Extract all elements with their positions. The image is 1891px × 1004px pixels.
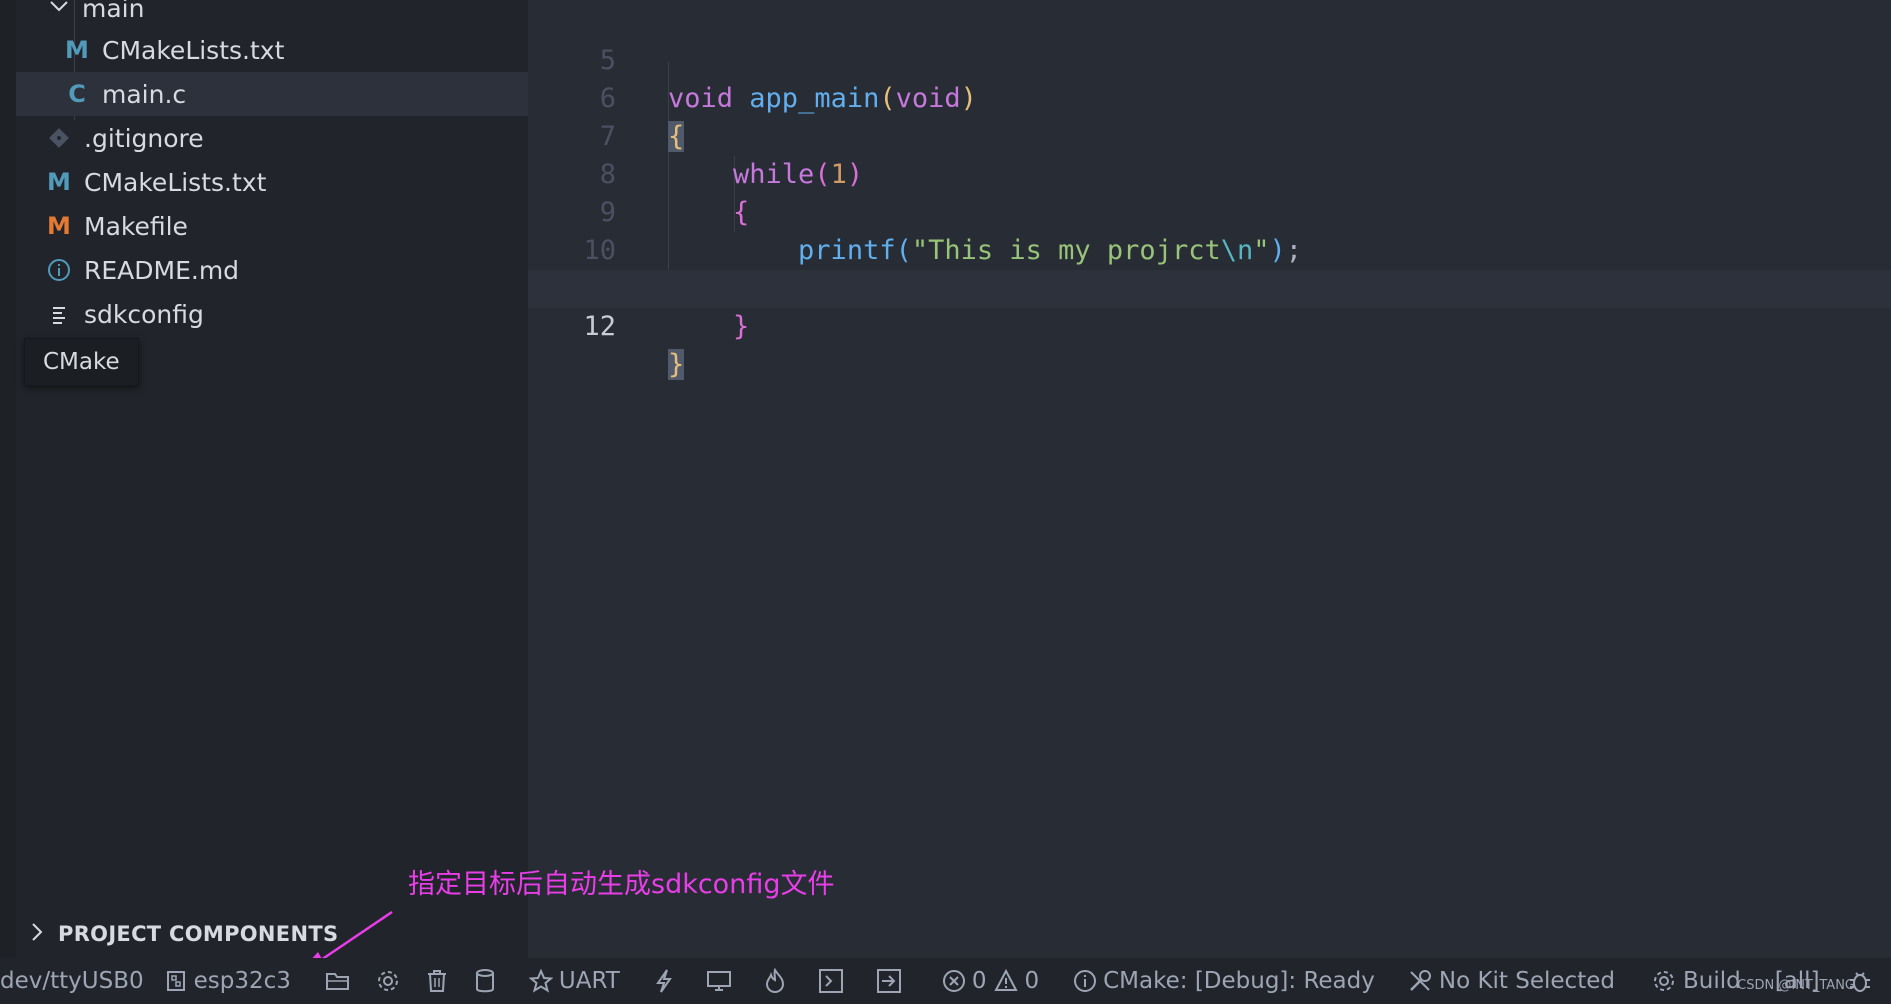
warning-icon	[994, 969, 1019, 993]
problems-indicator[interactable]: 0 0	[912, 958, 1049, 1004]
sign-in-icon	[876, 968, 902, 994]
kit-selector[interactable]: No Kit Selected	[1385, 958, 1625, 1004]
debug-button[interactable]	[854, 958, 912, 1004]
warning-count: 0	[1024, 968, 1040, 994]
kit-label: No Kit Selected	[1438, 968, 1615, 994]
database-icon	[473, 968, 497, 994]
error-icon	[942, 969, 966, 993]
watermark: CSDN @INT_TANG	[1737, 978, 1855, 993]
cmake-status[interactable]: CMake: [Debug]: Ready	[1049, 958, 1385, 1004]
gear-icon	[1651, 968, 1677, 994]
build-button[interactable]: Build	[1625, 958, 1751, 1004]
terminal-button[interactable]	[796, 958, 854, 1004]
error-count: 0	[971, 968, 987, 994]
flame-icon	[764, 968, 786, 994]
chip-icon	[164, 969, 188, 993]
target-selector[interactable]: esp32c3	[154, 958, 301, 1004]
annotation-arrow	[296, 910, 393, 976]
build-flash-monitor-button[interactable]	[742, 958, 796, 1004]
open-folder-button[interactable]	[301, 958, 361, 1004]
trash-icon	[425, 968, 449, 994]
settings-button[interactable]	[361, 958, 411, 1004]
port-selector[interactable]: dev/ttyUSB0	[0, 958, 154, 1004]
star-icon	[528, 969, 553, 993]
cmake-status-label: CMake: [Debug]: Ready	[1103, 968, 1375, 994]
flash-button[interactable]	[630, 958, 684, 1004]
folder-open-icon	[325, 969, 351, 993]
lightning-icon	[654, 968, 674, 994]
database-button[interactable]	[459, 958, 507, 1004]
gear-icon	[375, 968, 401, 994]
port-label: dev/ttyUSB0	[0, 968, 144, 994]
status-bar: dev/ttyUSB0 esp32c3 UART 0 0 CMake: [Deb…	[0, 958, 1891, 1004]
monitor-button[interactable]	[684, 958, 742, 1004]
tools-icon	[1407, 968, 1433, 994]
flash-method-selector[interactable]: UART	[507, 958, 630, 1004]
uart-label: UART	[558, 968, 620, 994]
full-clean-button[interactable]	[411, 958, 459, 1004]
target-label: esp32c3	[193, 968, 291, 994]
monitor-icon	[706, 969, 732, 993]
build-label: Build	[1682, 968, 1741, 994]
info-icon	[1073, 969, 1097, 993]
terminal-icon	[818, 968, 844, 994]
